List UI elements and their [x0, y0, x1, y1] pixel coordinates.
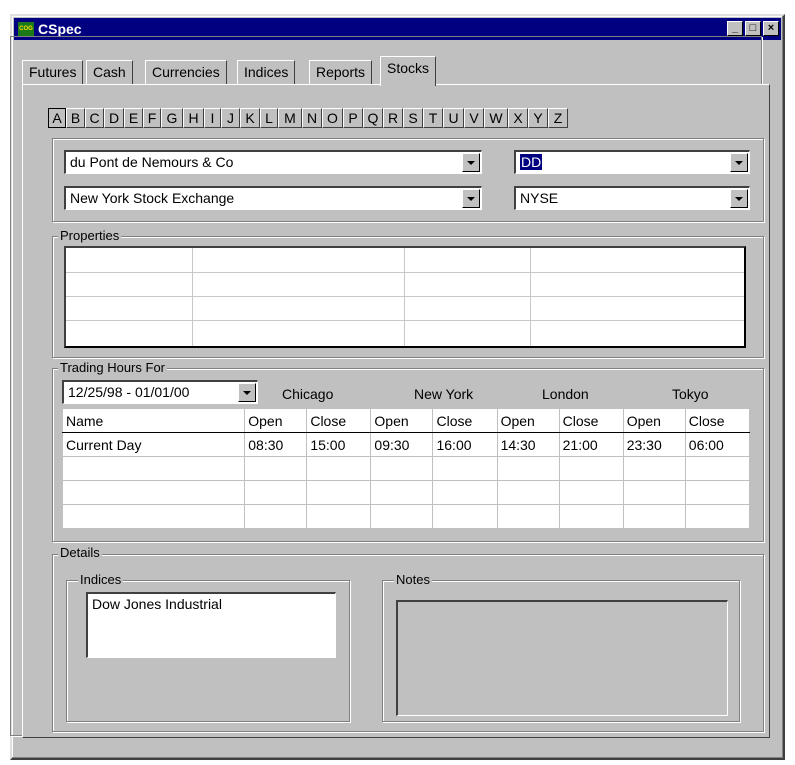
letter-m[interactable]: M [278, 108, 302, 128]
letter-f[interactable]: F [143, 108, 161, 128]
date-range-combo[interactable]: 12/25/98 - 01/01/00 [62, 380, 258, 404]
letter-e[interactable]: E [124, 108, 143, 128]
table-row[interactable]: Current Day 08:30 15:00 09:30 16:00 14:3… [61, 432, 751, 457]
date-range-value: 12/25/98 - 01/01/00 [68, 384, 190, 400]
indices-list[interactable]: Dow Jones Industrial [86, 592, 336, 658]
tab-indices[interactable]: Indices [237, 60, 296, 84]
details-label: Details [58, 545, 102, 560]
letter-b[interactable]: B [66, 108, 85, 128]
exchange-code-dropdown-button[interactable] [730, 189, 748, 208]
letter-a[interactable]: A [48, 108, 66, 128]
trading-hours-table[interactable]: Name Open Close Open Close Open Close Op… [61, 408, 751, 529]
exchange-code-value: NYSE [520, 190, 559, 206]
exchange-dropdown-button[interactable] [462, 189, 480, 208]
exchange-combo[interactable]: New York Stock Exchange [64, 186, 482, 210]
table-cell[interactable]: Current Day [61, 432, 246, 457]
letter-x[interactable]: X [508, 108, 528, 128]
letter-i[interactable]: I [204, 108, 221, 128]
table-cell[interactable]: 08:30 [244, 432, 308, 457]
letter-p[interactable]: P [343, 108, 363, 128]
letter-s[interactable]: S [403, 108, 423, 128]
list-item[interactable]: Dow Jones Industrial [92, 596, 331, 612]
letter-k[interactable]: K [240, 108, 260, 128]
notes-label: Notes [394, 572, 432, 587]
symbol-value: DD [520, 154, 543, 170]
table-header-row: Name Open Close Open Close Open Close Op… [61, 408, 751, 433]
notes-textarea[interactable] [396, 600, 728, 716]
close-button[interactable]: × [763, 21, 779, 36]
trading-hours-label: Trading Hours For [58, 360, 167, 375]
date-range-dropdown-button[interactable] [238, 383, 256, 402]
letter-u[interactable]: U [443, 108, 464, 128]
column-header[interactable]: Name [61, 408, 246, 433]
letter-l[interactable]: L [260, 108, 278, 128]
maximize-button[interactable]: □ [745, 21, 761, 36]
minimize-button[interactable]: _ [727, 21, 743, 36]
symbol-combo[interactable]: DD [514, 150, 750, 174]
letter-n[interactable]: N [302, 108, 322, 128]
letter-c[interactable]: C [85, 108, 104, 128]
letter-strip: A B C D E F G H I J K L M N O P Q R S T … [48, 108, 568, 128]
letter-z[interactable]: Z [548, 108, 568, 128]
city-tokyo: Tokyo [672, 386, 709, 402]
table-cell[interactable]: 06:00 [684, 432, 751, 457]
column-header[interactable]: Open [622, 408, 686, 433]
company-combo[interactable]: du Pont de Nemours & Co [64, 150, 482, 174]
tab-stocks[interactable]: Stocks [380, 56, 437, 86]
column-header[interactable]: Close [432, 408, 498, 433]
letter-y[interactable]: Y [528, 108, 548, 128]
letter-t[interactable]: T [423, 108, 443, 128]
table-cell[interactable]: 09:30 [370, 432, 434, 457]
symbol-dropdown-button[interactable] [730, 153, 748, 172]
tab-reports[interactable]: Reports [309, 60, 373, 84]
table-row[interactable] [61, 504, 751, 529]
column-header[interactable]: Open [496, 408, 560, 433]
exchange-value: New York Stock Exchange [70, 190, 235, 206]
letter-g[interactable]: G [161, 108, 183, 128]
table-row[interactable] [61, 456, 751, 481]
exchange-code-combo[interactable]: NYSE [514, 186, 750, 210]
table-cell[interactable]: 23:30 [622, 432, 686, 457]
app-icon: COG [18, 22, 34, 36]
company-dropdown-button[interactable] [462, 153, 480, 172]
table-cell[interactable]: 15:00 [306, 432, 372, 457]
letter-q[interactable]: Q [363, 108, 383, 128]
city-london: London [542, 386, 589, 402]
letter-r[interactable]: R [383, 108, 403, 128]
tab-cash[interactable]: Cash [86, 60, 133, 84]
column-header[interactable]: Open [370, 408, 434, 433]
letter-o[interactable]: O [322, 108, 343, 128]
properties-grid[interactable] [64, 246, 746, 348]
table-cell[interactable]: 14:30 [496, 432, 560, 457]
properties-label: Properties [58, 228, 122, 243]
company-value: du Pont de Nemours & Co [70, 154, 234, 170]
table-cell[interactable]: 16:00 [432, 432, 498, 457]
tab-currencies[interactable]: Currencies [145, 60, 227, 84]
city-new-york: New York [414, 386, 474, 402]
letter-h[interactable]: H [183, 108, 204, 128]
column-header[interactable]: Close [684, 408, 751, 433]
letter-d[interactable]: D [104, 108, 124, 128]
letter-v[interactable]: V [464, 108, 484, 128]
table-cell[interactable]: 21:00 [558, 432, 624, 457]
letter-w[interactable]: W [484, 108, 508, 128]
city-chicago: Chicago [282, 386, 334, 402]
column-header[interactable]: Open [244, 408, 308, 433]
indices-label: Indices [78, 572, 124, 587]
letter-j[interactable]: J [221, 108, 240, 128]
column-header[interactable]: Close [306, 408, 372, 433]
column-header[interactable]: Close [558, 408, 624, 433]
tab-futures[interactable]: Futures [22, 60, 84, 84]
window-title: CSpec [38, 21, 82, 37]
table-row[interactable] [61, 480, 751, 505]
